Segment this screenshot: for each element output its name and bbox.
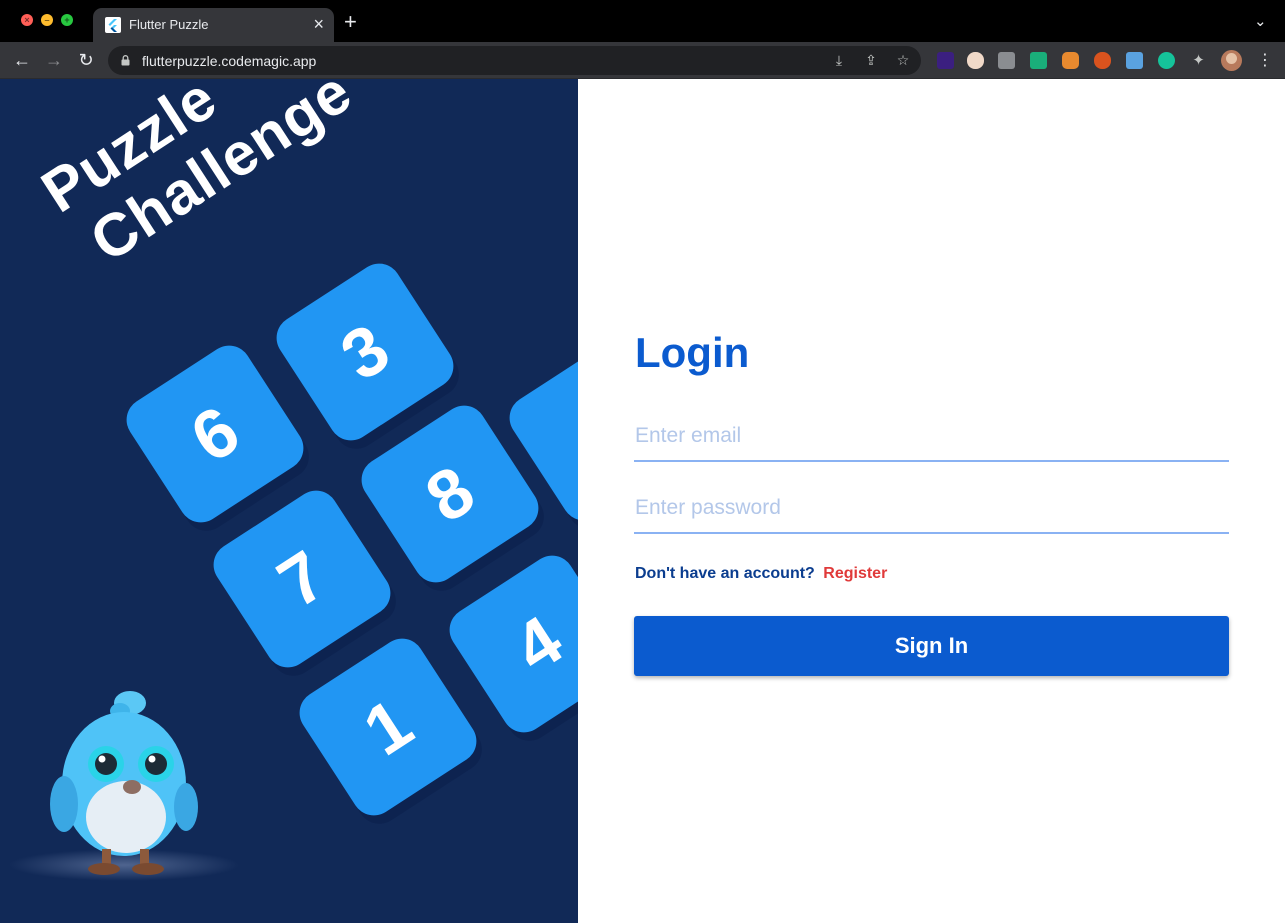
install-app-icon[interactable]: ⤓ (830, 51, 848, 69)
register-link[interactable]: Register (823, 565, 887, 582)
puzzle-tile[interactable]: 6 (118, 337, 312, 531)
tab-search-chevron-icon[interactable]: ⌄ (1254, 12, 1267, 30)
email-field[interactable] (634, 412, 1229, 462)
browser-titlebar: × – + Flutter Puzzle × + ⌄ (0, 0, 1285, 42)
back-arrow-icon[interactable]: ← (12, 50, 32, 70)
grammarly-icon[interactable] (1158, 52, 1175, 69)
url-text: flutterpuzzle.codemagic.app (142, 53, 317, 69)
hero-panel: Puzzle Challenge 6 3 8 7 4 1 (0, 79, 578, 923)
browser-toolbar: ← → ↻ flutterpuzzle.codemagic.app ⤓ ⇪ ☆ … (0, 42, 1285, 79)
more-menu-icon[interactable]: ⋮ (1257, 50, 1273, 70)
extension-blue-icon[interactable] (1126, 52, 1143, 69)
close-tab-icon[interactable]: × (313, 14, 324, 34)
extension-m-icon[interactable] (1030, 52, 1047, 69)
flutter-icon (105, 17, 121, 33)
extension-pen-icon[interactable] (937, 52, 954, 69)
tab-title: Flutter Puzzle (129, 17, 209, 32)
register-question: Don't have an account? (635, 565, 815, 582)
new-tab-plus-icon[interactable]: + (344, 11, 357, 33)
sign-in-button[interactable]: Sign In (634, 616, 1229, 676)
bookmark-star-icon[interactable]: ☆ (894, 51, 912, 69)
address-bar[interactable]: flutterpuzzle.codemagic.app ⤓ ⇪ ☆ (108, 46, 921, 75)
login-panel: Login Don't have an account? Register Si… (578, 79, 1285, 923)
password-field[interactable] (634, 484, 1229, 534)
extension-record-icon[interactable] (967, 52, 984, 69)
puzzle-tile[interactable]: 7 (205, 482, 399, 676)
forward-arrow-icon[interactable]: → (44, 50, 64, 70)
page: Puzzle Challenge 6 3 8 7 4 1 Login Enter… (0, 79, 1285, 923)
profile-avatar[interactable] (1221, 50, 1242, 71)
extension-grey-icon[interactable] (998, 52, 1015, 69)
puzzle-tile[interactable]: 3 (268, 255, 462, 449)
extension-spark-icon[interactable] (1094, 52, 1111, 69)
extension-fox-icon[interactable] (1062, 52, 1079, 69)
share-icon[interactable]: ⇪ (862, 51, 880, 69)
reload-icon[interactable]: ↻ (76, 50, 96, 70)
dash-bird-mascot (50, 691, 198, 875)
maximize-window-button[interactable]: + (61, 14, 73, 26)
login-title: Login (635, 329, 750, 376)
close-window-button[interactable]: × (21, 14, 33, 26)
puzzle-tile[interactable]: 1 (291, 630, 485, 824)
extensions-puzzle-icon[interactable]: ✦ (1190, 52, 1207, 69)
lock-icon (121, 55, 130, 66)
register-row: Don't have an account? Register (635, 565, 887, 583)
browser-tab[interactable]: Flutter Puzzle × (93, 8, 334, 42)
minimize-window-button[interactable]: – (41, 14, 53, 26)
